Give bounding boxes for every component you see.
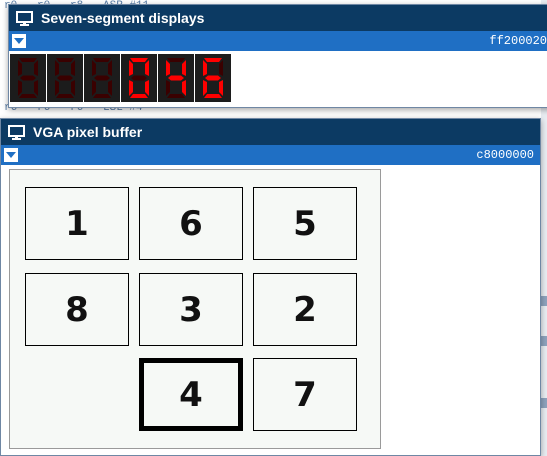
monitor-icon <box>16 10 33 26</box>
puzzle-tile[interactable]: 2 <box>253 273 357 346</box>
scrollbar-marker <box>541 336 547 346</box>
seven-segment-digit <box>84 54 120 102</box>
chevron-down-icon[interactable] <box>4 148 18 162</box>
vga-toolbar: c8000000 <box>1 145 540 165</box>
vga-titlebar[interactable]: VGA pixel buffer <box>1 119 540 145</box>
scrollbar-marker <box>541 296 547 306</box>
seven-segment-panel: Seven-segment displays ff200020 <box>8 4 547 108</box>
puzzle-tile[interactable]: 1 <box>25 187 129 260</box>
scrollbar-marker <box>541 398 547 408</box>
seven-segment-digit <box>195 54 231 102</box>
seven-segment-digit <box>158 54 194 102</box>
seven-segment-toolbar: ff200020 <box>9 31 547 51</box>
vga-panel: VGA pixel buffer c8000000 165 83247 <box>0 118 541 456</box>
seven-segment-address: ff200020 <box>489 34 547 48</box>
puzzle-tile[interactable]: 6 <box>139 187 243 260</box>
seven-segment-titlebar[interactable]: Seven-segment displays <box>9 5 547 31</box>
puzzle-tile[interactable]: 8 <box>25 273 129 346</box>
seven-segment-title: Seven-segment displays <box>41 10 205 26</box>
puzzle-tile[interactable]: 3 <box>139 273 243 346</box>
seven-segment-digit <box>121 54 157 102</box>
seven-segment-digit <box>47 54 83 102</box>
monitor-icon <box>8 124 25 140</box>
vga-address: c8000000 <box>476 148 534 162</box>
puzzle-tile[interactable]: 5 <box>253 187 357 260</box>
vga-canvas[interactable]: 165 83247 <box>9 169 381 449</box>
puzzle-tile[interactable]: 4 <box>139 358 243 431</box>
chevron-down-icon[interactable] <box>12 34 26 48</box>
seven-segment-digits <box>9 51 547 102</box>
vga-title: VGA pixel buffer <box>33 124 143 140</box>
puzzle-tile[interactable]: 7 <box>253 358 357 431</box>
seven-segment-digit <box>10 54 46 102</box>
